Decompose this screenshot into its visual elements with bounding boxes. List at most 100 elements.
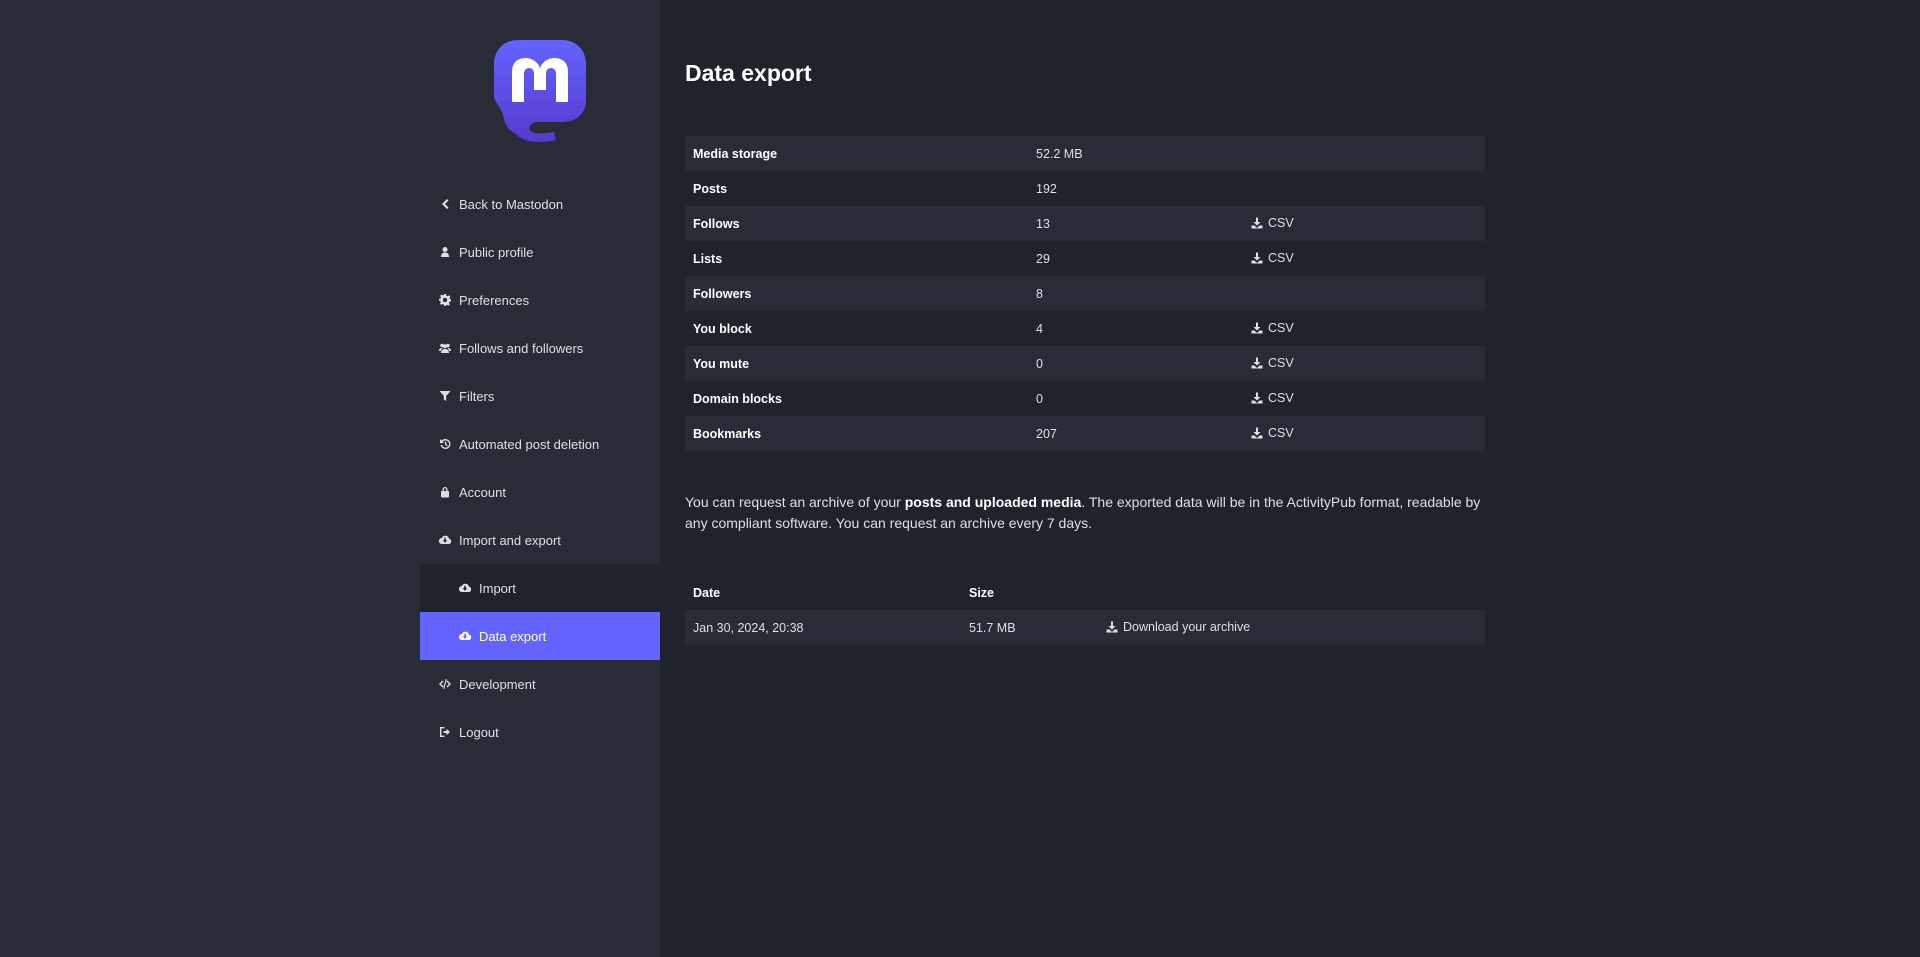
table-header-row: Date Size xyxy=(685,575,1485,610)
stat-label: Bookmarks xyxy=(693,426,762,441)
download-icon xyxy=(1251,427,1263,438)
table-row: Media storage 52.2 MB xyxy=(685,136,1485,171)
sidebar-item-label: Logout xyxy=(459,724,499,740)
stat-label: Domain blocks xyxy=(693,391,782,406)
sidebar-item-label: Filters xyxy=(459,388,495,404)
archive-size: 51.7 MB xyxy=(961,610,1098,645)
sidebar: Back to Mastodon Public profile Preferen… xyxy=(420,0,660,957)
stat-value: 207 xyxy=(1036,426,1057,441)
column-header-size: Size xyxy=(969,585,995,600)
sidebar-item-logout[interactable]: Logout xyxy=(420,708,660,756)
sidebar-item-label: Development xyxy=(459,676,536,692)
table-row: Jan 30, 2024, 20:38 51.7 MB Download you… xyxy=(685,610,1485,645)
download-icon xyxy=(1251,217,1263,228)
stat-value: 0 xyxy=(1036,356,1043,371)
stat-value: 13 xyxy=(1036,216,1050,231)
stat-label: You mute xyxy=(693,356,750,371)
table-row: You mute 0 CSV xyxy=(685,346,1485,381)
table-row: Follows 13 CSV xyxy=(685,206,1485,241)
cloud-download-icon xyxy=(438,533,452,547)
sidebar-item-preferences[interactable]: Preferences xyxy=(420,276,660,324)
sidebar-item-label: Automated post deletion xyxy=(459,436,600,452)
stat-label: You block xyxy=(693,321,752,336)
stat-label: Followers xyxy=(693,286,752,301)
stat-csv-cell: CSV xyxy=(1243,416,1485,451)
chevron-left-icon xyxy=(438,197,452,211)
download-icon xyxy=(1251,322,1263,333)
sidebar-item-automated-post-deletion[interactable]: Automated post deletion xyxy=(420,420,660,468)
archive-hint: You can request an archive of your posts… xyxy=(685,494,1481,531)
sidebar-item-label: Import and export xyxy=(459,532,561,548)
archive-table: Date Size Jan 30, 2024, 20:38 51.7 MB Do… xyxy=(685,575,1485,645)
cloud-download-icon xyxy=(458,629,472,643)
history-icon xyxy=(438,437,452,451)
archive-download-cell: Download your archive xyxy=(1098,610,1485,645)
cloud-download-icon xyxy=(458,581,472,595)
csv-download-link[interactable]: CSV xyxy=(1251,391,1294,405)
stat-csv-cell: CSV xyxy=(1243,241,1485,276)
lock-icon xyxy=(438,485,452,499)
download-icon xyxy=(1251,357,1263,368)
stat-csv-cell xyxy=(1243,276,1485,311)
sidebar-item-public-profile[interactable]: Public profile xyxy=(420,228,660,276)
csv-download-link[interactable]: CSV xyxy=(1251,251,1294,265)
sidebar-item-label: Data export xyxy=(479,628,547,644)
stat-label: Media storage xyxy=(693,146,778,161)
stat-csv-cell: CSV xyxy=(1243,311,1485,346)
table-row: Followers 8 xyxy=(685,276,1485,311)
stat-csv-cell xyxy=(1243,171,1485,206)
sidebar-item-account[interactable]: Account xyxy=(420,468,660,516)
download-archive-link[interactable]: Download your archive xyxy=(1106,620,1250,634)
sidebar-item-filters[interactable]: Filters xyxy=(420,372,660,420)
export-stats-table: Media storage 52.2 MB Posts 192 Follows 13 CSV… xyxy=(685,136,1485,451)
sidebar-item-label: Public profile xyxy=(459,244,534,260)
table-row: Lists 29 CSV xyxy=(685,241,1485,276)
sidebar-item-label: Account xyxy=(459,484,506,500)
table-row: Posts 192 xyxy=(685,171,1485,206)
stat-value: 4 xyxy=(1036,321,1043,336)
stat-value: 29 xyxy=(1036,251,1050,266)
csv-download-link[interactable]: CSV xyxy=(1251,321,1294,335)
code-icon xyxy=(438,677,452,691)
sidebar-item-label: Preferences xyxy=(459,292,530,308)
stat-csv-cell: CSV xyxy=(1243,206,1485,241)
table-row: You block 4 CSV xyxy=(685,311,1485,346)
download-icon xyxy=(1106,621,1118,632)
sign-out-icon xyxy=(438,725,452,739)
sidebar-item-label: Back to Mastodon xyxy=(459,196,564,212)
sidebar-item-import-and-export[interactable]: Import and export xyxy=(420,516,660,564)
stat-label: Posts xyxy=(693,181,728,196)
stat-csv-cell: CSV xyxy=(1243,346,1485,381)
sidebar-item-label: Follows and followers xyxy=(459,340,584,356)
csv-download-link[interactable]: CSV xyxy=(1251,426,1294,440)
stat-value: 8 xyxy=(1036,286,1043,301)
sidebar-item-development[interactable]: Development xyxy=(420,660,660,708)
gear-icon xyxy=(438,293,452,307)
stat-value: 52.2 MB xyxy=(1036,146,1083,161)
stat-csv-cell: CSV xyxy=(1243,381,1485,416)
archive-date: Jan 30, 2024, 20:38 xyxy=(685,610,961,645)
users-icon xyxy=(438,341,452,355)
sidebar-item-back[interactable]: Back to Mastodon xyxy=(420,180,660,228)
sidebar-item-follows-and-followers[interactable]: Follows and followers xyxy=(420,324,660,372)
column-header-date: Date xyxy=(693,585,721,600)
sidebar-item-data-export[interactable]: Data export xyxy=(420,612,660,660)
sidebar-item-label: Import xyxy=(479,580,516,596)
stat-label: Lists xyxy=(693,251,723,266)
column-header-actions xyxy=(1098,575,1485,610)
download-icon xyxy=(1251,392,1263,403)
csv-download-link[interactable]: CSV xyxy=(1251,356,1294,370)
mastodon-logo[interactable] xyxy=(492,38,588,142)
stat-value: 0 xyxy=(1036,391,1043,406)
csv-download-link[interactable]: CSV xyxy=(1251,216,1294,230)
page-title: Data export xyxy=(685,60,812,86)
download-icon xyxy=(1251,252,1263,263)
sidebar-nav: Back to Mastodon Public profile Preferen… xyxy=(420,180,660,756)
stat-csv-cell xyxy=(1243,136,1485,171)
user-icon xyxy=(438,245,452,259)
stat-value: 192 xyxy=(1036,181,1057,196)
filter-icon xyxy=(438,389,452,403)
table-row: Domain blocks 0 CSV xyxy=(685,381,1485,416)
sidebar-item-import[interactable]: Import xyxy=(420,564,660,612)
table-row: Bookmarks 207 CSV xyxy=(685,416,1485,451)
